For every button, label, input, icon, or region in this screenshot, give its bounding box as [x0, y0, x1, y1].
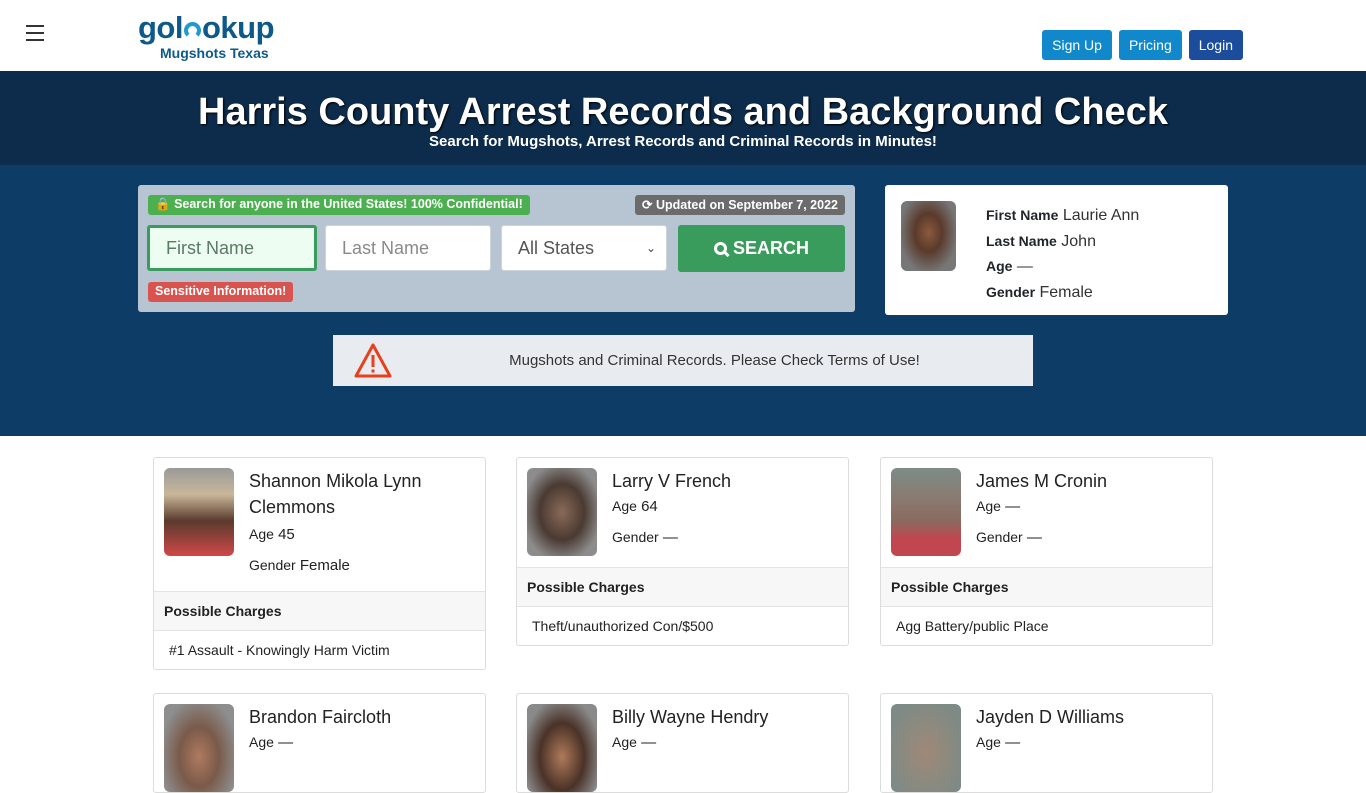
state-select[interactable]: All States ⌄ — [501, 225, 667, 271]
login-button[interactable]: Login — [1188, 30, 1243, 60]
search-button[interactable]: SEARCH — [678, 225, 845, 272]
gender-label: Gender — [976, 529, 1023, 545]
logo-ring-icon — [184, 22, 201, 39]
mugshot-image — [164, 468, 234, 556]
gender-value: — — [662, 529, 678, 546]
record-name: Jayden D Williams — [976, 707, 1125, 727]
updated-text: Updated on September 7, 2022 — [655, 198, 838, 212]
gender-label: Gender — [612, 529, 659, 545]
age-value: — — [278, 734, 294, 751]
mugshot-image — [164, 704, 234, 792]
chevron-down-icon: ⌄ — [645, 241, 656, 255]
pricing-button[interactable]: Pricing — [1118, 30, 1182, 60]
first-name-input[interactable] — [147, 225, 317, 271]
charge-item: #1 Assault - Knowingly Harm Victim — [169, 642, 390, 658]
gender-value: — — [1026, 529, 1042, 546]
gender-value: Female — [299, 557, 350, 574]
age-label: Age — [976, 734, 1001, 750]
age-value: — — [641, 734, 657, 751]
first-name-value: Laurie Ann — [1062, 207, 1140, 224]
record-name: James M Cronin — [976, 471, 1108, 491]
updated-badge: ⟳ Updated on September 7, 2022 — [635, 195, 845, 215]
mugshot-image — [527, 468, 597, 556]
age-label: Age — [612, 734, 637, 750]
age-value: — — [1005, 734, 1021, 751]
mugshot-image — [891, 468, 961, 556]
age-value: — — [1016, 258, 1033, 275]
hero-banner: Harris County Arrest Records and Backgro… — [0, 71, 1366, 165]
charges-header: Possible Charges — [154, 591, 485, 631]
charge-item: Theft/unauthorized Con/$500 — [532, 618, 714, 634]
age-label: Age — [249, 734, 274, 750]
age-value: 45 — [278, 526, 295, 543]
age-label: Age — [249, 526, 274, 542]
gender-label: Gender — [249, 557, 296, 573]
charge-item: Agg Battery/public Place — [896, 618, 1049, 634]
confidential-text: Search for anyone in the United States! … — [174, 197, 523, 211]
first-name-label: First Name — [986, 207, 1059, 223]
age-label: Age — [986, 258, 1013, 274]
gender-value: Female — [1039, 283, 1093, 301]
age-value: — — [1005, 498, 1021, 515]
charges-header: Possible Charges — [517, 567, 848, 607]
search-icon — [713, 242, 727, 255]
search-section: 🔒 Search for anyone in the United States… — [0, 165, 1366, 436]
logo-text-end: okup — [202, 10, 275, 45]
featured-record-card[interactable]: First Name Laurie Ann Last Name John Age… — [885, 185, 1228, 315]
record-name: Brandon Faircloth — [249, 707, 392, 727]
logo[interactable]: gol okup Mugshots Texas — [138, 10, 275, 62]
logo-subtitle: Mugshots Texas — [160, 45, 269, 61]
search-panel: 🔒 Search for anyone in the United States… — [138, 185, 855, 312]
logo-text-start: gol — [138, 10, 184, 45]
record-card[interactable]: Jayden D Williams Age — — [880, 693, 1213, 793]
confidential-badge: 🔒 Search for anyone in the United States… — [148, 195, 530, 215]
lock-icon: 🔒 — [155, 197, 171, 211]
charges-header: Possible Charges — [881, 567, 1212, 607]
page-subtitle: Search for Mugshots, Arrest Records and … — [429, 133, 937, 150]
top-navbar: gol okup Mugshots Texas Sign Up Pricing L… — [0, 0, 1366, 71]
warning-icon — [354, 343, 392, 378]
last-name-label: Last Name — [986, 232, 1057, 249]
sensitive-badge: Sensitive Information! — [148, 282, 294, 302]
last-name-value: John — [1061, 232, 1096, 250]
search-button-label: SEARCH — [732, 238, 809, 258]
featured-mugshot — [901, 201, 956, 271]
notice-text: Mugshots and Criminal Records. Please Ch… — [509, 352, 920, 369]
record-card[interactable]: Shannon Mikola Lynn Clemmons Age 45 Gend… — [153, 457, 486, 670]
mugshot-image — [891, 704, 961, 792]
terms-notice: Mugshots and Criminal Records. Please Ch… — [333, 335, 1033, 386]
record-card[interactable]: James M Cronin Age — Gender — Possible C… — [880, 457, 1213, 646]
age-label: Age — [612, 498, 637, 514]
state-select-value: All States — [518, 237, 595, 258]
mugshot-image — [527, 704, 597, 792]
page-title: Harris County Arrest Records and Backgro… — [198, 91, 1168, 133]
last-name-input[interactable] — [325, 225, 491, 271]
record-name: Larry V French — [612, 471, 732, 491]
age-value: 64 — [641, 498, 658, 515]
record-name: Shannon Mikola Lynn Clemmons — [249, 471, 422, 517]
hamburger-icon[interactable] — [26, 25, 44, 41]
signup-button[interactable]: Sign Up — [1042, 30, 1112, 60]
record-name: Billy Wayne Hendry — [612, 707, 769, 727]
gender-label: Gender — [986, 283, 1036, 300]
refresh-icon: ⟳ — [642, 198, 653, 212]
record-card[interactable]: Brandon Faircloth Age — — [153, 693, 486, 793]
age-label: Age — [976, 498, 1001, 514]
record-card[interactable]: Larry V French Age 64 Gender — Possible … — [516, 457, 849, 646]
record-card[interactable]: Billy Wayne Hendry Age — — [516, 693, 849, 793]
